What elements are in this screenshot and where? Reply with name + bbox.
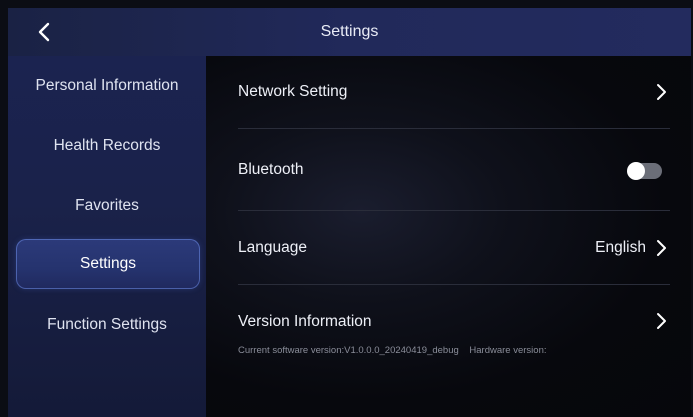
- language-value: English: [595, 239, 646, 256]
- network-setting-row[interactable]: Network Setting: [238, 70, 670, 114]
- sidebar-item-function-settings[interactable]: Function Settings: [8, 305, 206, 345]
- software-version-text: Current software version:V1.0.0.0_202404…: [238, 345, 459, 356]
- version-details: Current software version:V1.0.0.0_202404…: [238, 345, 547, 356]
- version-information-row[interactable]: Version Information: [238, 300, 670, 344]
- toggle-knob: [627, 162, 645, 180]
- divider: [238, 284, 670, 285]
- chevron-right-icon: [657, 240, 666, 256]
- version-information-label: Version Information: [238, 313, 372, 330]
- network-setting-label: Network Setting: [238, 83, 348, 100]
- chevron-right-icon: [657, 313, 666, 329]
- app-window: Settings Personal Information Health Rec…: [0, 0, 693, 417]
- settings-panel: Network Setting Bluetooth Language Engli…: [206, 56, 691, 417]
- divider: [238, 210, 670, 211]
- back-button[interactable]: [30, 18, 58, 46]
- sidebar-item-favorites[interactable]: Favorites: [8, 186, 206, 226]
- sidebar-item-personal-information[interactable]: Personal Information: [8, 66, 206, 106]
- language-row[interactable]: Language English: [238, 226, 670, 270]
- sidebar-item-health-records[interactable]: Health Records: [8, 126, 206, 166]
- page-title: Settings: [320, 23, 379, 40]
- language-label: Language: [238, 239, 307, 256]
- hardware-version-text: Hardware version:: [469, 345, 547, 356]
- title-bar: Settings: [8, 8, 691, 56]
- sidebar: Personal Information Health Records Favo…: [8, 56, 206, 417]
- bluetooth-row: Bluetooth: [238, 148, 670, 192]
- sidebar-item-settings[interactable]: Settings: [16, 239, 200, 289]
- divider: [238, 128, 670, 129]
- chevron-left-icon: [38, 22, 50, 42]
- bluetooth-label: Bluetooth: [238, 161, 304, 178]
- chevron-right-icon: [657, 84, 666, 100]
- bluetooth-toggle[interactable]: [627, 162, 662, 180]
